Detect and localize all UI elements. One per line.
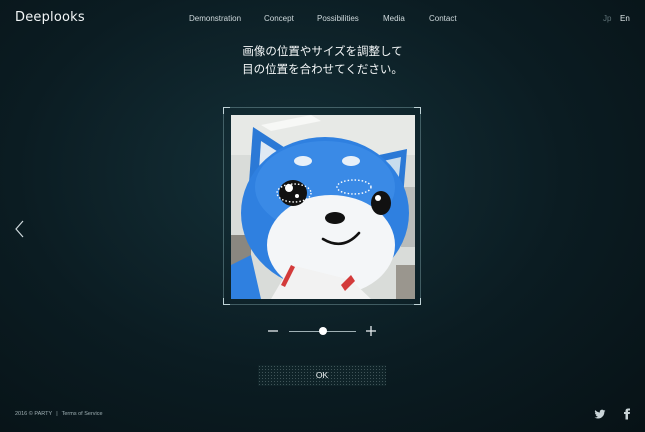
zoom-slider[interactable] — [289, 325, 356, 337]
facebook-icon[interactable] — [621, 407, 633, 420]
frame-corner — [223, 107, 230, 114]
nav-concept[interactable]: Concept — [264, 14, 294, 23]
mascot-photo[interactable] — [231, 115, 415, 299]
prev-arrow-icon[interactable] — [13, 220, 27, 238]
instruction-line-2: 目の位置を合わせてください。 — [242, 62, 403, 76]
language-en[interactable]: En — [620, 14, 630, 23]
language-jp[interactable]: Jp — [603, 14, 611, 23]
nav-contact[interactable]: Contact — [429, 14, 457, 23]
ok-button[interactable]: OK — [258, 365, 386, 386]
frame-corner — [414, 298, 421, 305]
zoom-in-icon[interactable] — [365, 324, 377, 336]
main-nav: Demonstration Concept Possibilities Medi… — [0, 14, 645, 26]
footer: 2016 © PARTY | Terms of Service — [15, 411, 103, 417]
mascot-illustration — [231, 115, 415, 299]
instruction-line-1: 画像の位置やサイズを調整して — [242, 44, 403, 58]
twitter-icon[interactable] — [594, 407, 606, 419]
nav-possibilities[interactable]: Possibilities — [317, 14, 359, 23]
zoom-out-icon[interactable] — [267, 324, 279, 336]
terms-link[interactable]: Terms of Service — [62, 411, 103, 417]
frame-corner — [414, 107, 421, 114]
frame-corner — [223, 298, 230, 305]
nav-media[interactable]: Media — [383, 14, 405, 23]
copyright-text: 2016 © PARTY — [15, 411, 53, 417]
nav-demonstration[interactable]: Demonstration — [189, 14, 241, 23]
footer-separator: | — [56, 411, 58, 417]
zoom-slider-thumb[interactable] — [318, 327, 327, 335]
